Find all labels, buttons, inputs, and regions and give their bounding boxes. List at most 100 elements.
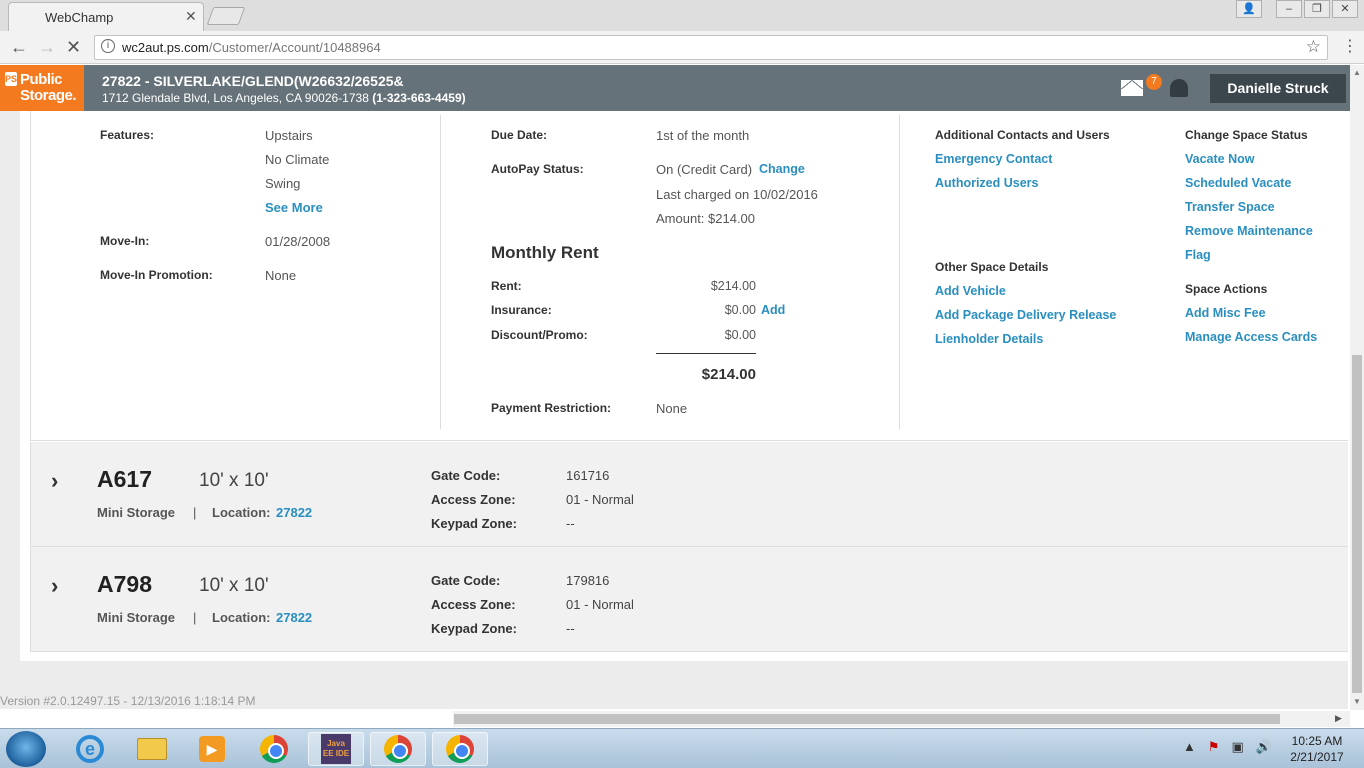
stop-icon[interactable]: ✕ — [66, 37, 81, 58]
gate-code-value: 179816 — [566, 573, 610, 588]
user-menu-button[interactable]: Danielle Struck — [1210, 74, 1346, 103]
mail-count-badge: 7 — [1146, 74, 1162, 90]
see-more-link[interactable]: See More — [265, 200, 323, 215]
expand-chevron-icon[interactable]: › — [51, 573, 58, 599]
location-label: Location: — [212, 505, 271, 520]
last-charged: Last charged on 10/02/2016 — [656, 187, 818, 202]
mail-icon[interactable] — [1121, 80, 1143, 96]
space-detail-panel: Features: Upstairs No Climate Swing See … — [30, 111, 1348, 441]
vertical-scrollbar[interactable]: ▲ ▼ — [1350, 65, 1364, 710]
scroll-right-icon[interactable]: ▶ — [1335, 713, 1342, 724]
taskbar-media[interactable]: ▶ — [184, 732, 240, 766]
flag-link[interactable]: Flag — [1185, 248, 1211, 262]
promo-label: Move-In Promotion: — [100, 268, 213, 282]
total-divider — [656, 353, 756, 354]
due-date-value: 1st of the month — [656, 128, 750, 143]
autopay-change-link[interactable]: Change — [759, 162, 805, 176]
monthly-rent-heading: Monthly Rent — [491, 243, 599, 262]
location-label: Location: — [212, 610, 271, 625]
manage-access-cards-link[interactable]: Manage Access Cards — [1185, 330, 1317, 344]
expand-chevron-icon[interactable]: › — [51, 468, 58, 494]
show-hidden-icons-icon[interactable]: ▲ — [1183, 739, 1196, 755]
clock-date[interactable]: 2/21/2017 — [1287, 750, 1347, 764]
horizontal-scroll-thumb[interactable] — [454, 714, 1280, 724]
store-phone: (1-323-663-4459) — [372, 91, 466, 105]
access-zone-label: Access Zone: — [431, 492, 516, 507]
unit-id: A617 — [97, 466, 152, 492]
add-package-release-link[interactable]: Add Package Delivery Release — [935, 308, 1116, 322]
chrome-icon — [260, 735, 288, 763]
scroll-down-icon[interactable]: ▼ — [1353, 697, 1361, 706]
taskbar-chrome[interactable] — [432, 732, 488, 766]
url-text: wc2aut.ps.com/Customer/Account/10488964 — [122, 40, 381, 55]
emergency-contact-link[interactable]: Emergency Contact — [935, 152, 1052, 166]
authorized-users-link[interactable]: Authorized Users — [935, 176, 1039, 190]
forward-icon[interactable]: → — [38, 37, 56, 58]
info-icon[interactable]: i — [101, 39, 115, 53]
start-button-icon[interactable] — [6, 731, 46, 767]
profile-icon[interactable]: 👤 — [1236, 0, 1262, 18]
unit-row[interactable]: › A617 10' x 10' Mini Storage | Location… — [30, 442, 1348, 547]
access-zone-label: Access Zone: — [431, 597, 516, 612]
java-ee-ide-icon: Java EE IDE — [321, 734, 351, 764]
back-icon[interactable]: ← — [10, 37, 28, 58]
version-footer: Version #2.0.12497.15 - 12/13/2016 1:18:… — [0, 694, 256, 708]
vertical-scroll-thumb[interactable] — [1352, 355, 1362, 693]
internet-explorer-icon: e — [76, 735, 104, 763]
browser-menu-icon[interactable]: ⋮ — [1342, 36, 1358, 56]
scroll-track-gap — [0, 711, 453, 727]
insurance-add-link[interactable]: Add — [761, 303, 785, 317]
autopay-label: AutoPay Status: — [491, 162, 584, 176]
location-link[interactable]: 27822 — [276, 505, 312, 520]
payment-restriction-value: None — [656, 401, 688, 416]
taskbar-chrome[interactable] — [370, 732, 426, 766]
vacate-now-link[interactable]: Vacate Now — [1185, 152, 1254, 166]
logo-line1: Public — [20, 71, 63, 88]
url-input[interactable]: i wc2aut.ps.com/Customer/Account/1048896… — [94, 35, 1328, 60]
store-address: 1712 Glendale Blvd, Los Angeles, CA 9002… — [102, 91, 466, 105]
media-player-icon: ▶ — [199, 736, 225, 762]
separator: | — [193, 610, 197, 625]
browser-tab[interactable]: WebChamp ✕ — [8, 2, 204, 31]
autopay-value: On (Credit Card) — [656, 162, 753, 177]
keypad-zone-label: Keypad Zone: — [431, 516, 517, 531]
unit-row[interactable]: › A798 10' x 10' Mini Storage | Location… — [30, 547, 1348, 652]
restore-icon[interactable]: ❐ — [1304, 0, 1330, 18]
close-window-icon[interactable]: ✕ — [1332, 0, 1358, 18]
notification-bell-icon[interactable] — [1170, 79, 1188, 97]
promo-value: None — [265, 268, 297, 283]
move-in-label: Move-In: — [100, 234, 150, 248]
flag-alert-icon[interactable]: ⚑ — [1208, 739, 1220, 755]
taskbar-explorer[interactable] — [124, 732, 180, 766]
due-date-label: Due Date: — [491, 128, 548, 142]
minimize-icon[interactable]: – — [1276, 0, 1302, 18]
insurance-value: $0.00 — [724, 303, 756, 317]
change-status-section-title: Change Space Status — [1185, 128, 1308, 142]
scroll-up-icon[interactable]: ▲ — [1353, 68, 1361, 77]
network-icon[interactable]: ▣ — [1232, 739, 1244, 755]
folder-icon — [137, 738, 167, 760]
clock-time[interactable]: 10:25 AM — [1290, 734, 1344, 748]
remove-maintenance-link[interactable]: Remove Maintenance — [1185, 224, 1313, 238]
new-tab-button[interactable] — [206, 7, 246, 25]
tab-close-icon[interactable]: ✕ — [185, 8, 197, 25]
taskbar-ie[interactable]: e — [62, 732, 118, 766]
move-in-value: 01/28/2008 — [265, 234, 331, 249]
contacts-section-title: Additional Contacts and Users — [935, 128, 1110, 142]
chrome-icon — [446, 735, 474, 763]
location-link[interactable]: 27822 — [276, 610, 312, 625]
add-vehicle-link[interactable]: Add Vehicle — [935, 284, 1006, 298]
space-actions-section-title: Space Actions — [1185, 282, 1268, 296]
volume-icon[interactable]: 🔊 — [1256, 739, 1272, 755]
public-storage-logo[interactable]: PS Public Storage. — [0, 65, 84, 111]
discount-value: $0.00 — [724, 328, 756, 342]
horizontal-scrollbar[interactable]: ▶ — [0, 711, 1350, 727]
transfer-space-link[interactable]: Transfer Space — [1185, 200, 1275, 214]
separator: | — [193, 505, 197, 520]
taskbar-java-ide[interactable]: Java EE IDE — [308, 732, 364, 766]
add-misc-fee-link[interactable]: Add Misc Fee — [1185, 306, 1266, 320]
lienholder-details-link[interactable]: Lienholder Details — [935, 332, 1043, 346]
taskbar-chrome[interactable] — [246, 732, 302, 766]
scheduled-vacate-link[interactable]: Scheduled Vacate — [1185, 176, 1291, 190]
bookmark-star-icon[interactable]: ☆ — [1306, 37, 1321, 57]
